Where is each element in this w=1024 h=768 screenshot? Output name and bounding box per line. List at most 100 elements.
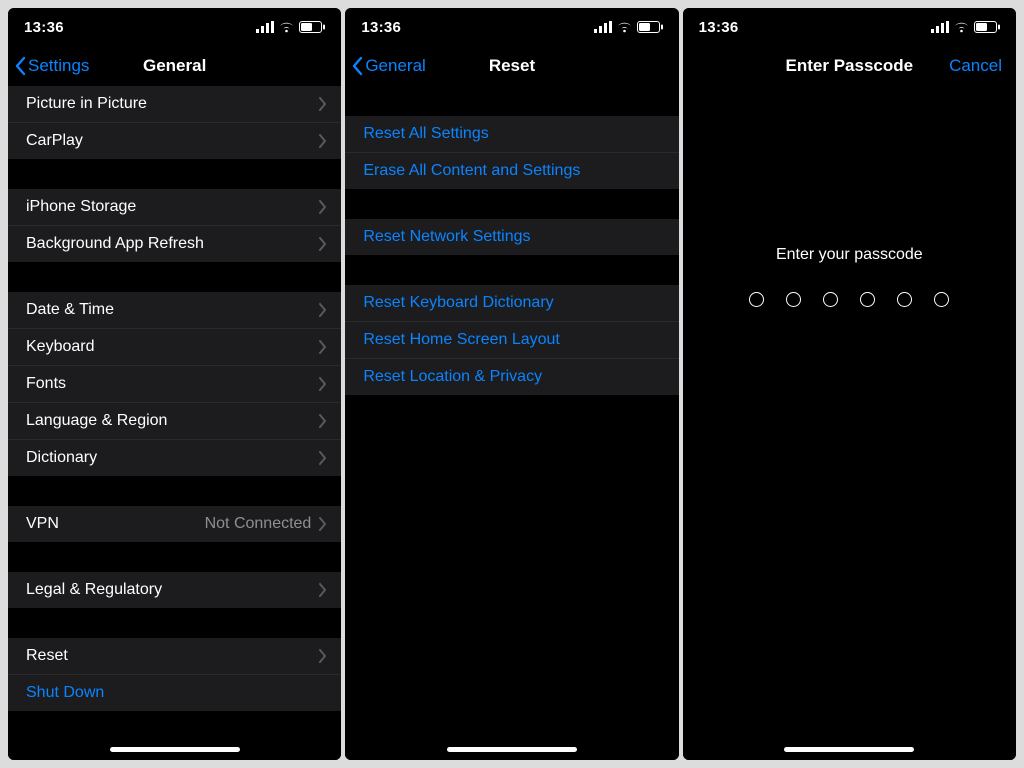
row-label: Erase All Content and Settings [363, 162, 580, 180]
home-indicator[interactable] [110, 747, 240, 752]
row-fonts[interactable]: Fonts [8, 365, 341, 402]
back-label: Settings [28, 56, 89, 76]
row-reset-network[interactable]: Reset Network Settings [345, 219, 678, 255]
row-reset-location-privacy[interactable]: Reset Location & Privacy [345, 358, 678, 395]
row-legal-regulatory[interactable]: Legal & Regulatory [8, 572, 341, 608]
group-0: Reset All Settings Erase All Content and… [345, 116, 678, 189]
row-label: Shut Down [26, 684, 104, 702]
group-0: Picture in Picture CarPlay [8, 86, 341, 159]
row-date-time[interactable]: Date & Time [8, 292, 341, 328]
three-phone-layout: 13:36 Settings General Picture in Pictur… [0, 0, 1024, 768]
battery-icon [637, 21, 663, 33]
group-1: Reset Network Settings [345, 219, 678, 255]
group-1: iPhone Storage Background App Refresh [8, 189, 341, 262]
status-time: 13:36 [699, 19, 739, 36]
row-label: VPN [26, 515, 59, 533]
group-4: Legal & Regulatory [8, 572, 341, 608]
chevron-right-icon [319, 377, 327, 391]
cellular-icon [256, 21, 274, 33]
back-label: General [365, 56, 425, 76]
row-dictionary[interactable]: Dictionary [8, 439, 341, 476]
cancel-button[interactable]: Cancel [949, 46, 1002, 86]
status-icons [256, 21, 325, 33]
status-bar: 13:36 [683, 8, 1016, 46]
phone-passcode: 13:36 Enter Passcode Cancel Enter your p… [683, 8, 1016, 760]
nav-bar: Settings General [8, 46, 341, 86]
chevron-right-icon [319, 517, 327, 531]
chevron-right-icon [319, 451, 327, 465]
chevron-right-icon [319, 303, 327, 317]
chevron-right-icon [319, 649, 327, 663]
chevron-right-icon [319, 583, 327, 597]
chevron-right-icon [319, 200, 327, 214]
reset-list: Reset All Settings Erase All Content and… [345, 86, 678, 760]
row-reset-home-screen[interactable]: Reset Home Screen Layout [345, 321, 678, 358]
row-label: Reset Home Screen Layout [363, 331, 560, 349]
row-carplay[interactable]: CarPlay [8, 122, 341, 159]
row-label: Language & Region [26, 412, 167, 430]
home-indicator[interactable] [784, 747, 914, 752]
row-reset-keyboard-dictionary[interactable]: Reset Keyboard Dictionary [345, 285, 678, 321]
cellular-icon [594, 21, 612, 33]
passcode-dot [749, 292, 764, 307]
status-bar: 13:36 [8, 8, 341, 46]
chevron-left-icon [351, 56, 363, 76]
status-bar: 13:36 [345, 8, 678, 46]
phone-reset: 13:36 General Reset Reset All Settings E… [345, 8, 678, 760]
group-2: Date & Time Keyboard Fonts Language & Re… [8, 292, 341, 476]
row-label: Reset All Settings [363, 125, 488, 143]
row-label: Reset Keyboard Dictionary [363, 294, 553, 312]
row-label: Keyboard [26, 338, 95, 356]
back-button[interactable]: General [345, 56, 425, 76]
group-5: Reset Shut Down [8, 638, 341, 711]
passcode-dot [897, 292, 912, 307]
row-shut-down[interactable]: Shut Down [8, 674, 341, 711]
back-button[interactable]: Settings [8, 56, 89, 76]
nav-bar: Enter Passcode Cancel [683, 46, 1016, 86]
passcode-area: Enter your passcode [683, 86, 1016, 760]
row-detail: Not Connected [205, 515, 312, 533]
row-label: Picture in Picture [26, 95, 147, 113]
row-reset[interactable]: Reset [8, 638, 341, 674]
row-label: Dictionary [26, 449, 97, 467]
chevron-right-icon [319, 237, 327, 251]
row-label: Background App Refresh [26, 235, 204, 253]
group-3: VPN Not Connected [8, 506, 341, 542]
row-background-app-refresh[interactable]: Background App Refresh [8, 225, 341, 262]
chevron-right-icon [319, 414, 327, 428]
row-keyboard[interactable]: Keyboard [8, 328, 341, 365]
row-language-region[interactable]: Language & Region [8, 402, 341, 439]
passcode-dot [823, 292, 838, 307]
row-label: Fonts [26, 375, 66, 393]
passcode-prompt: Enter your passcode [776, 246, 923, 264]
row-label: CarPlay [26, 132, 83, 150]
row-label: Legal & Regulatory [26, 581, 162, 599]
row-picture-in-picture[interactable]: Picture in Picture [8, 86, 341, 122]
passcode-dot [860, 292, 875, 307]
status-icons [931, 21, 1000, 33]
row-label: Reset [26, 647, 68, 665]
chevron-right-icon [319, 97, 327, 111]
group-2: Reset Keyboard Dictionary Reset Home Scr… [345, 285, 678, 395]
passcode-dot [934, 292, 949, 307]
row-label: Reset Network Settings [363, 228, 530, 246]
status-time: 13:36 [361, 19, 401, 36]
battery-icon [299, 21, 325, 33]
cellular-icon [931, 21, 949, 33]
row-label: iPhone Storage [26, 198, 136, 216]
home-indicator[interactable] [447, 747, 577, 752]
passcode-dot [786, 292, 801, 307]
wifi-icon [953, 21, 970, 33]
row-label: Reset Location & Privacy [363, 368, 542, 386]
row-reset-all-settings[interactable]: Reset All Settings [345, 116, 678, 152]
phone-general: 13:36 Settings General Picture in Pictur… [8, 8, 341, 760]
status-icons [594, 21, 663, 33]
row-label: Date & Time [26, 301, 114, 319]
nav-bar: General Reset [345, 46, 678, 86]
passcode-dots[interactable] [749, 292, 949, 307]
row-erase-all-content[interactable]: Erase All Content and Settings [345, 152, 678, 189]
chevron-left-icon [14, 56, 26, 76]
row-vpn[interactable]: VPN Not Connected [8, 506, 341, 542]
chevron-right-icon [319, 134, 327, 148]
row-iphone-storage[interactable]: iPhone Storage [8, 189, 341, 225]
